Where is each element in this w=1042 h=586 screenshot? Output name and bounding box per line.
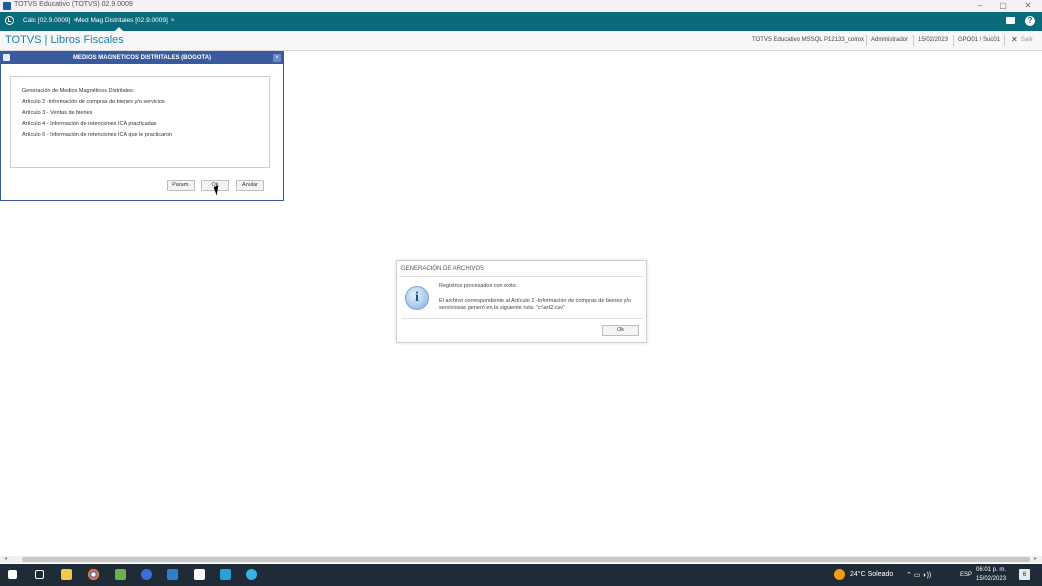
notification-icon[interactable]: 6 xyxy=(1019,569,1030,580)
generacion-archivos-dialog: GENERACIÓN DE ARCHIVOS i Registros proce… xyxy=(396,260,647,343)
close-window-button[interactable]: ✕ xyxy=(1018,0,1038,12)
medios-magneticos-dialog: MEDIOS MAGNETICOS DISTRITALES (BOGOTA) ×… xyxy=(0,51,284,201)
params-button[interactable]: Param. xyxy=(167,180,195,191)
description-line: Generación de Medios Magnéticos Distrita… xyxy=(22,88,135,94)
clock-date: 15/02/2023 xyxy=(976,576,1007,582)
separator xyxy=(913,35,914,46)
notes-app-icon[interactable] xyxy=(115,569,126,580)
separator xyxy=(1004,35,1005,46)
message-success: Registros procesados con éxito. xyxy=(439,283,518,289)
tab-bar: Cálc [02.9.0009] × Med Mag Distritales [0… xyxy=(0,12,1042,31)
browser-app-icon[interactable] xyxy=(246,569,257,580)
user-label: Administrador xyxy=(871,37,909,43)
tab-calc[interactable]: Cálc [02.9.0009] × xyxy=(23,17,77,24)
task-view-icon[interactable] xyxy=(35,570,44,579)
date-label: 15/02/2023 xyxy=(918,37,949,43)
horizontal-scrollbar[interactable]: ◂ ▸ xyxy=(0,556,1042,563)
code-editor-icon[interactable] xyxy=(167,569,178,580)
divider xyxy=(399,276,644,277)
weather-icon xyxy=(834,569,845,580)
meeting-app-icon[interactable] xyxy=(141,569,152,580)
dialog-title: MEDIOS MAGNETICOS DISTRITALES (BOGOTA) xyxy=(72,55,212,61)
cancel-button[interactable]: Anular xyxy=(236,180,264,191)
branch-label: GPO01 / Suc01 xyxy=(958,37,1001,43)
windows-start-icon[interactable] xyxy=(8,570,17,579)
help-icon[interactable]: ? xyxy=(1025,16,1035,26)
tab-med-mag-label: Med Mag Distritales [02.9.0009] xyxy=(76,17,168,24)
tab-calc-label: Cálc [02.9.0009] xyxy=(23,17,71,24)
message-ok-button[interactable]: Ok xyxy=(602,325,639,336)
restore-button[interactable]: ▢ xyxy=(993,0,1013,12)
weather-text[interactable]: 24°C Soleado xyxy=(850,571,893,578)
system-tray-icons[interactable]: ⌃ ▭ ◗)) xyxy=(906,571,931,579)
info-icon: i xyxy=(405,286,429,310)
taskbar-clock[interactable]: 06:01 p. m. 15/02/2023 xyxy=(976,566,1006,584)
divider xyxy=(402,318,643,319)
taskbar: 24°C Soleado ⌃ ▭ ◗)) ESP 06:01 p. m. 15/… xyxy=(0,564,1042,586)
remote-desktop-icon[interactable] xyxy=(220,569,231,580)
language-indicator[interactable]: ESP xyxy=(960,572,972,578)
message-dialog-title: GENERACIÓN DE ARCHIVOS xyxy=(401,266,485,272)
app-header: TOTVS | Libros Fiscales TOTVS Educativo … xyxy=(0,31,1042,51)
dialog-close-button[interactable]: × xyxy=(273,54,281,62)
chrome-icon[interactable] xyxy=(88,569,99,580)
totvs-app-icon[interactable] xyxy=(194,569,205,580)
tab-close-icon[interactable]: × xyxy=(171,17,175,24)
exit-link[interactable]: Salir xyxy=(1021,37,1033,43)
tab-med-mag[interactable]: Med Mag Distritales [02.9.0009] × xyxy=(76,17,175,24)
home-icon[interactable] xyxy=(5,16,14,25)
clock-time: 06:01 p. m. xyxy=(976,567,1007,573)
exit-icon[interactable]: ✕ xyxy=(1011,35,1018,44)
mail-icon[interactable] xyxy=(1006,17,1015,24)
scroll-left-icon[interactable]: ◂ xyxy=(4,556,7,563)
window-titlebar: TOTVS Educativo (TOTVS) 02.9.0009 – ▢ ✕ xyxy=(0,0,1042,12)
separator xyxy=(866,35,867,46)
description-line: Artículo 3 - Ventas de bienes xyxy=(22,110,93,116)
separator xyxy=(953,35,954,46)
scroll-thumb[interactable] xyxy=(22,557,1030,562)
scroll-right-icon[interactable]: ▸ xyxy=(1034,556,1037,563)
module-title: TOTVS | Libros Fiscales xyxy=(5,34,124,46)
message-detail: El archivo correspondiente al Artículo 2… xyxy=(439,298,631,304)
description-line: Artículo 4 - Información de retenciones … xyxy=(22,121,157,127)
description-line: Artículo 2 -Información de compras de bi… xyxy=(22,99,165,105)
message-path: serviciosse generó en la siguiente ruta:… xyxy=(439,305,565,311)
dialog-header: MEDIOS MAGNETICOS DISTRITALES (BOGOTA) × xyxy=(1,52,283,64)
minimize-button[interactable]: – xyxy=(970,0,990,12)
description-panel: Generación de Medios Magnéticos Distrita… xyxy=(10,76,270,168)
file-explorer-icon[interactable] xyxy=(61,569,72,580)
app-icon xyxy=(3,2,11,10)
window-title: TOTVS Educativo (TOTVS) 02.9.0009 xyxy=(14,1,133,8)
description-line: Artículo 6 - Información de retenciones … xyxy=(22,132,173,138)
environment-label: TOTVS Educativo MSSQL P12133_colrox xyxy=(752,37,865,43)
